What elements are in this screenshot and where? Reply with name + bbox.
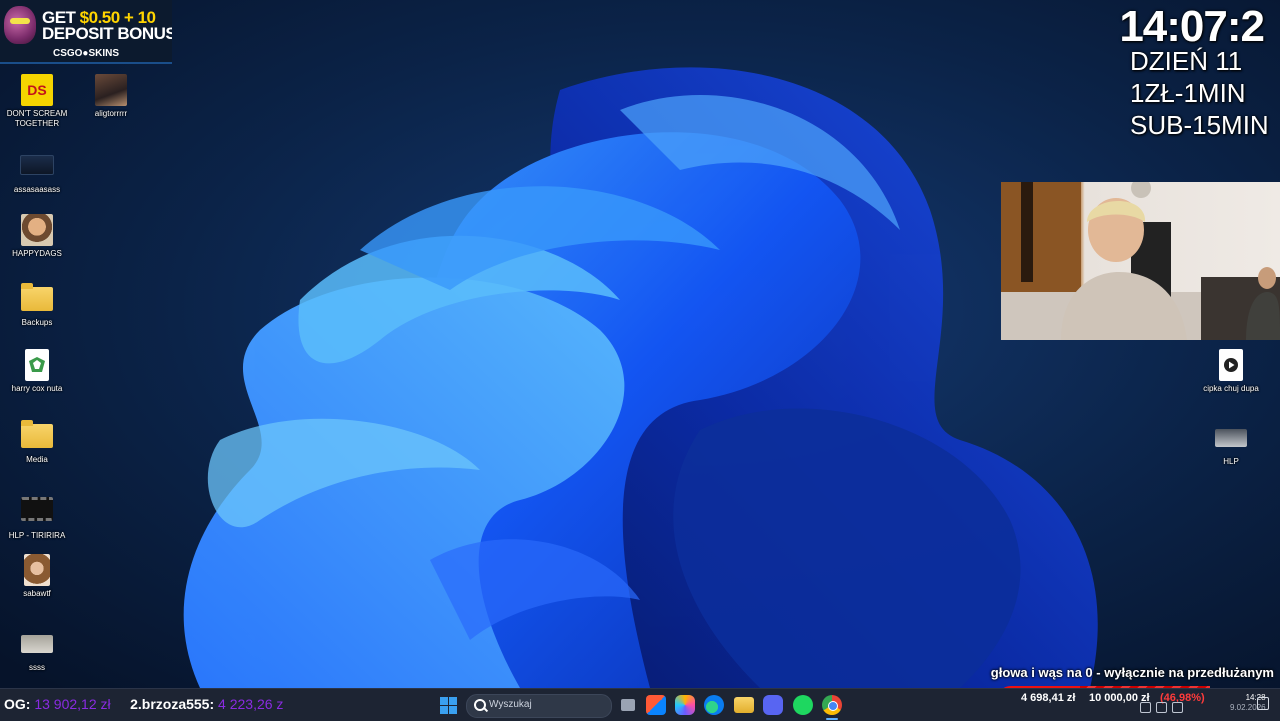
desktop-icon-dont-scream-together[interactable]: DS DON'T SCREAM TOGETHER	[2, 74, 72, 128]
desktop-icon-ssss[interactable]: ssss	[2, 628, 72, 673]
desktop-icon-label: DON'T SCREAM TOGETHER	[6, 109, 68, 128]
csgoskins-ad-banner[interactable]: GET $0.50 + 10 DEPOSIT BONUS CSGO●SKINS	[0, 0, 172, 64]
desktop-icon-sabawtf[interactable]: sabawtf	[2, 554, 72, 599]
desktop-icon-label: HLP - TIRIRIRA	[8, 531, 66, 540]
wifi-icon[interactable]	[1140, 702, 1151, 713]
donor-amount: 4 223,26 z	[218, 696, 284, 712]
desktop-icon-happydags[interactable]: HAPPYDAGS	[2, 214, 72, 259]
screenshot-icon	[20, 155, 54, 175]
desktop-wallpaper	[0, 0, 1280, 688]
scrolling-ticker: głowa i wąs na 0 - wyłącznie na przedłuż…	[990, 665, 1274, 680]
goal-current-amount: 4 698,41 zł	[1021, 692, 1076, 704]
desktop-icon-assasaasass[interactable]: assasaasass	[2, 148, 72, 195]
store-icon[interactable]	[646, 695, 666, 715]
system-tray[interactable]	[1140, 700, 1210, 713]
photo-icon	[24, 554, 50, 586]
desktop-icon-label: cipka chuj dupa	[1203, 384, 1259, 393]
desktop-icon-cipka-chuj-dupa[interactable]: cipka chuj dupa	[1196, 349, 1266, 394]
notification-icon[interactable]	[1257, 697, 1269, 710]
desktop-icon-label: Backups	[21, 318, 53, 327]
file-explorer-icon[interactable]	[734, 697, 754, 713]
desktop-icon-media[interactable]: Media	[2, 420, 72, 465]
stream-timer: 14:07:2	[1119, 2, 1265, 51]
spotify-icon[interactable]	[793, 695, 813, 715]
desktop-icon-hlp-tiririra[interactable]: HLP - TIRIRIRA	[2, 490, 72, 541]
search-placeholder: Wyszukaj	[489, 699, 532, 710]
desktop-icon-label: HAPPYDAGS	[12, 249, 62, 258]
ad-brand-logo: CSGO●SKINS	[52, 48, 120, 59]
folder-icon	[21, 420, 53, 448]
edge-icon[interactable]	[704, 695, 724, 715]
donor-label: 2.brzoza555:	[130, 696, 215, 712]
search-icon	[474, 699, 486, 711]
desktop-icon-label: HLP	[1223, 457, 1239, 466]
donation-rate: 1ZŁ-1MIN	[1130, 78, 1246, 108]
desktop-icon-label: aligtorrrrr	[94, 109, 128, 118]
subathon-day: DZIEŃ 11	[1130, 46, 1243, 76]
windows-taskbar: OG: 13 902,12 zł 2.brzoza555: 4 223,26 z…	[0, 688, 1280, 721]
volume-icon[interactable]	[1156, 702, 1167, 713]
donor-amount: 13 902,12 zł	[34, 696, 111, 712]
desktop-icon-hlp[interactable]: HLP	[1196, 422, 1266, 467]
video-file-icon	[1219, 349, 1243, 381]
sub-rate: SUB-15MIN	[1130, 110, 1269, 140]
desktop-icon-label: ssss	[29, 663, 45, 672]
video-thumbnail-icon	[1215, 429, 1247, 447]
photo-icon	[95, 74, 127, 106]
desktop-icon-harry-cox-nuta[interactable]: harry cox nuta	[2, 349, 72, 394]
battery-icon[interactable]	[1172, 702, 1183, 713]
skull-mascot-icon	[4, 6, 36, 44]
ad-subheadline: DEPOSIT BONUS	[42, 24, 172, 43]
folder-icon	[21, 283, 53, 311]
desktop-icon-aligtorrrrr[interactable]: aligtorrrrr	[76, 74, 146, 119]
taskbar-search-input[interactable]: Wyszukaj	[466, 694, 612, 718]
copilot-icon[interactable]	[675, 695, 695, 715]
webcam-overlay	[1001, 182, 1280, 340]
desktop-icon-label: sabawtf	[23, 589, 51, 598]
discord-icon[interactable]	[763, 695, 783, 715]
chrome-icon[interactable]	[822, 695, 842, 715]
desktop-icon-label: harry cox nuta	[11, 384, 63, 393]
top-donors-ticker: OG: 13 902,12 zł 2.brzoza555: 4 223,26 z	[4, 696, 283, 712]
video-thumbnail-icon	[21, 497, 53, 521]
file-icon	[25, 349, 49, 381]
donor-label: OG:	[4, 696, 31, 712]
windows-start-icon[interactable]	[440, 697, 457, 714]
desktop-icon-backups[interactable]: Backups	[2, 283, 72, 328]
task-view-icon[interactable]	[618, 695, 638, 715]
photo-icon	[21, 214, 53, 246]
webcam-feed	[1001, 182, 1280, 340]
game-icon: DS	[21, 74, 53, 106]
desktop-icon-label: assasaasass	[13, 185, 61, 194]
photo-icon	[21, 635, 53, 653]
desktop-icon-label: Media	[26, 455, 48, 464]
